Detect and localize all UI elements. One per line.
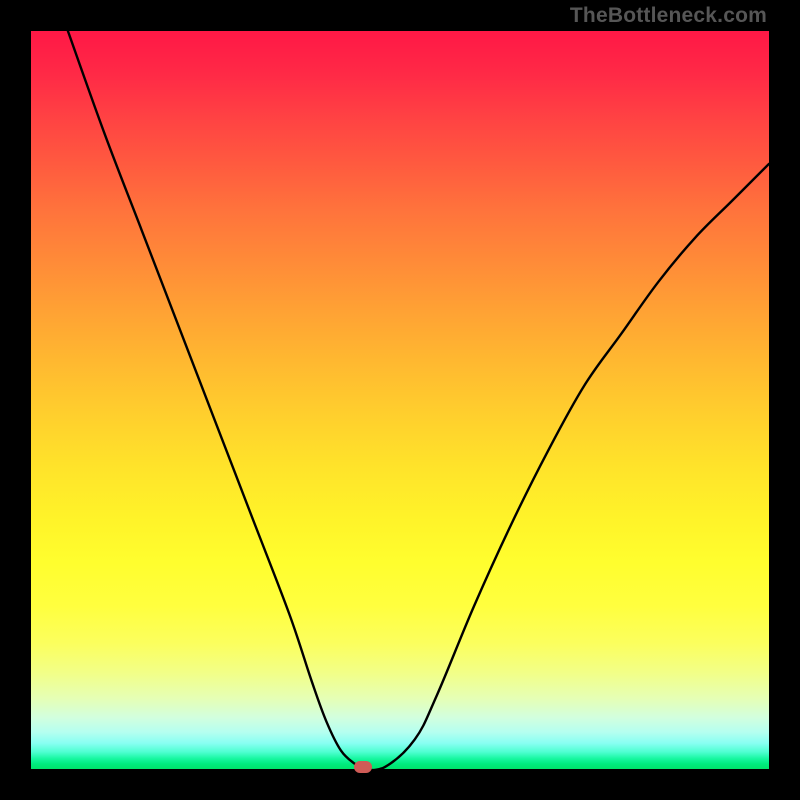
optimal-point-marker — [354, 761, 372, 773]
curve-svg — [31, 31, 769, 769]
chart-frame: TheBottleneck.com — [0, 0, 800, 800]
plot-area — [31, 31, 769, 769]
watermark-text: TheBottleneck.com — [570, 4, 767, 28]
bottleneck-curve-line — [68, 31, 769, 769]
